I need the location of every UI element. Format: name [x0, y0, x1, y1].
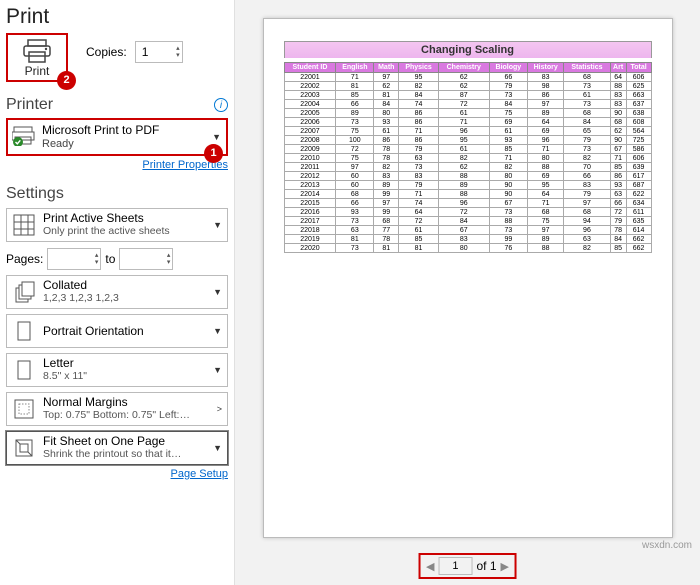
preview-title: Changing Scaling — [284, 41, 652, 58]
paper-dropdown[interactable]: Letter8.5" x 11" ▼ — [6, 353, 228, 387]
table-row: 2200810086869593967990725 — [284, 136, 651, 145]
badge-2: 2 — [57, 71, 76, 90]
pages-to-label: to — [105, 252, 115, 266]
paper-icon — [11, 357, 37, 383]
scaling-dropdown[interactable]: Fit Sheet on One PageShrink the printout… — [6, 431, 228, 465]
table-row: 220146899718890647963622 — [284, 190, 651, 199]
stepper-arrows-icon: ▴▾ — [176, 45, 180, 59]
margins-icon — [11, 396, 37, 422]
table-row: 220097278796185717367586 — [284, 145, 651, 154]
table-row: 220136089798990958393687 — [284, 181, 651, 190]
printer-properties-link[interactable]: Printer Properties — [6, 159, 228, 171]
copies-stepper[interactable]: 1 ▴▾ — [135, 41, 183, 63]
table-header: History — [528, 63, 564, 73]
chevron-down-icon: ▼ — [213, 365, 223, 375]
table-header: English — [336, 63, 374, 73]
print-sheets-dropdown[interactable]: Print Active SheetsOnly print the active… — [6, 208, 228, 242]
chevron-down-icon: ▼ — [213, 287, 223, 297]
chevron-down-icon: ▼ — [213, 443, 223, 453]
table-row: 220156697749667719766634 — [284, 199, 651, 208]
pages-label: Pages: — [6, 252, 43, 266]
table-row: 220107578638271808271606 — [284, 154, 651, 163]
table-row: 220169399647273686872611 — [284, 208, 651, 217]
sheets-icon — [11, 212, 37, 238]
table-row: 220077561719661696562564 — [284, 127, 651, 136]
table-row: 220038581848773866183663 — [284, 91, 651, 100]
pages-from-stepper[interactable]: ▴▾ — [47, 248, 101, 270]
info-icon[interactable]: i — [214, 98, 228, 112]
chevron-down-icon: ▼ — [212, 132, 222, 142]
table-row: 220067393867169648468608 — [284, 118, 651, 127]
page-setup-link[interactable]: Page Setup — [6, 468, 228, 480]
table-row: 220017197956266836864606 — [284, 73, 651, 82]
printer-name: Microsoft Print to PDF — [42, 123, 206, 137]
print-button[interactable]: Print 2 — [6, 33, 68, 82]
table-row: 220058980866175896890638 — [284, 109, 651, 118]
margins-dropdown[interactable]: Normal MarginsTop: 0.75" Bottom: 0.75" L… — [6, 392, 228, 426]
table-header: Total — [626, 63, 651, 73]
chevron-down-icon: ▼ — [213, 326, 223, 336]
next-page-icon[interactable]: ▶ — [501, 560, 509, 573]
table-header: Art — [610, 63, 626, 73]
printer-icon — [22, 38, 52, 64]
printer-check-icon — [12, 124, 36, 151]
table-header: Statistics — [564, 63, 610, 73]
table-row: 220119782736282887085639 — [284, 163, 651, 172]
preview-table: Student IDEnglishMathPhysicsChemistryBio… — [284, 62, 652, 253]
print-preview-page: Changing Scaling Student IDEnglishMathPh… — [263, 18, 673, 538]
collated-icon — [11, 279, 37, 305]
table-header: Math — [374, 63, 399, 73]
current-page-input[interactable]: 1 — [438, 557, 472, 575]
printer-status: Ready — [42, 137, 206, 151]
page-count: of 1 — [476, 559, 496, 573]
table-row: 220198178858399896384662 — [284, 235, 651, 244]
table-row: 220028162826279987388625 — [284, 82, 651, 91]
copies-label: Copies: — [86, 45, 127, 59]
page-navigator[interactable]: ◀ 1 of 1 ▶ — [418, 553, 517, 579]
page-title: Print — [6, 5, 228, 29]
table-row: 220046684747284977383637 — [284, 100, 651, 109]
printer-heading: Printer — [6, 96, 53, 114]
collated-dropdown[interactable]: Collated1,2,3 1,2,3 1,2,3 ▼ — [6, 275, 228, 309]
table-header: Student ID — [284, 63, 336, 73]
pages-to-stepper[interactable]: ▴▾ — [119, 248, 173, 270]
portrait-icon — [11, 318, 37, 344]
table-row: 220126083838880696686617 — [284, 172, 651, 181]
table-row: 220186377616773979678614 — [284, 226, 651, 235]
table-row: 220207381818076888285662 — [284, 244, 651, 253]
chevron-down-icon: > — [217, 404, 223, 414]
table-header: Biology — [489, 63, 527, 73]
print-button-label: Print — [22, 64, 52, 78]
watermark: wsxdn.com — [642, 540, 692, 551]
fit-icon — [11, 435, 37, 461]
orientation-dropdown[interactable]: Portrait Orientation ▼ — [6, 314, 228, 348]
table-row: 220177368728488759479635 — [284, 217, 651, 226]
badge-1: 1 — [204, 144, 223, 163]
table-header: Chemistry — [438, 63, 489, 73]
chevron-down-icon: ▼ — [213, 220, 223, 230]
table-header: Physics — [399, 63, 439, 73]
printer-dropdown[interactable]: Microsoft Print to PDF Ready ▼ 1 — [6, 118, 228, 156]
settings-heading: Settings — [6, 185, 64, 203]
prev-page-icon[interactable]: ◀ — [426, 560, 434, 573]
